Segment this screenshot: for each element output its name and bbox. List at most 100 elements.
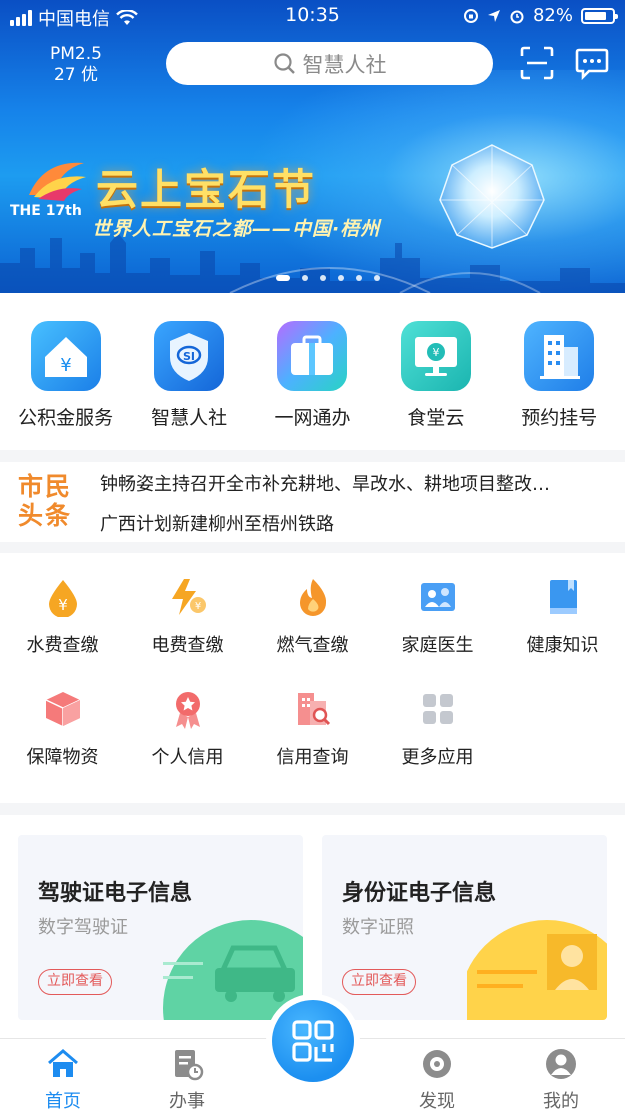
tab-home[interactable]: 首页 [18,1047,108,1112]
service-label: 食堂云 [407,407,465,429]
app-gas-bill[interactable]: 燃气查缴 [250,577,375,657]
banner-subtitle: 世界人工宝石之都——中国·梧州 [92,218,381,240]
family-doctor-icon [420,583,455,611]
supply-box-icon [45,692,80,726]
app-label: 保障物资 [26,747,99,768]
svg-text:¥: ¥ [60,355,71,376]
app-supplies[interactable]: 保障物资 [0,689,125,769]
tab-label: 首页 [45,1091,81,1112]
svg-text:¥: ¥ [58,596,68,614]
pm-value: 27 优 [53,65,98,85]
hero-banner[interactable]: 中国电信 10:35 82% PM2.5 27 优 智慧人社 THE 17th … [0,0,625,293]
flame-icon [299,579,326,616]
location-icon [487,9,500,22]
driver-license-card[interactable]: 驾驶证电子信息 数字驾驶证 立即查看 [18,835,303,1020]
search-placeholder: 智慧人社 [302,52,387,77]
home-icon [48,1049,78,1077]
credit-badge-icon [175,692,200,729]
qr-scan-icon [292,1020,334,1062]
app-label: 健康知识 [526,635,599,656]
hospital-building-icon [524,321,595,391]
search-icon [273,52,295,74]
fund-house-icon: ¥ [30,321,101,391]
service-hr-social[interactable]: SI 智慧人社 [130,321,248,450]
news-headline[interactable]: 广西计划新建柳州至梧州铁路 [100,510,610,536]
car-illustration [163,920,303,1020]
service-one-stop[interactable]: 一网通办 [253,321,371,450]
search-bar[interactable]: 智慧人社 [166,42,493,85]
tab-discover[interactable]: 发现 [392,1047,482,1112]
service-appointment[interactable]: 预约挂号 [500,321,618,450]
service-label: 智慧人社 [151,407,228,429]
app-water-bill[interactable]: ¥ 水费查缴 [0,577,125,657]
svg-text:SI: SI [183,350,195,363]
battery-percent: 82% [532,5,573,26]
tab-profile[interactable]: 我的 [516,1047,606,1112]
banner-title: 云上宝石节 [96,165,317,214]
app-label: 个人信用 [151,747,224,768]
news-brand-logo: 市民 头条 [18,472,78,532]
news-ticker[interactable]: 市民 头条 钟畅姿主持召开全市补充耕地、旱改水、耕地项目整改… 广西计划新建柳州… [0,462,625,542]
service-label: 一网通办 [274,407,351,429]
svg-text:¥: ¥ [194,601,200,612]
credit-search-icon [297,693,330,726]
center-scan-button[interactable] [272,1000,354,1082]
pagination-dot[interactable] [319,275,326,281]
app-health-knowledge[interactable]: 健康知识 [500,577,625,657]
pagination-dot[interactable] [337,275,344,281]
id-card-card[interactable]: 身份证电子信息 数字证照 立即查看 [322,835,607,1020]
app-personal-credit[interactable]: 个人信用 [125,689,250,769]
app-family-doctor[interactable]: 家庭医生 [375,577,500,657]
card-subtitle: 数字驾驶证 [38,917,128,938]
pagination-dot[interactable] [373,275,380,281]
app-more[interactable]: 更多应用 [375,689,500,769]
profile-icon [546,1049,576,1079]
water-drop-icon: ¥ [48,580,77,618]
scan-icon[interactable] [520,46,554,80]
tab-label: 我的 [543,1091,579,1112]
service-label: 公积金服务 [18,407,114,429]
featured-services: ¥ 公积金服务 SI 智慧人社 一网通办 ¥ 食堂云 预约挂号 [0,293,625,450]
news-brand-line: 头条 [18,501,73,530]
diamond-graphic [439,144,545,249]
grid-more-icon [422,694,453,724]
app-credit-query[interactable]: 信用查询 [250,689,375,769]
social-security-shield-icon: SI [154,321,225,391]
app-label: 更多应用 [401,747,474,768]
service-fund[interactable]: ¥ 公积金服务 [7,321,125,450]
tab-services[interactable]: 办事 [142,1047,232,1112]
service-canteen[interactable]: ¥ 食堂云 [377,321,495,450]
rotation-lock-icon [463,8,478,23]
apps-grid: ¥ 水费查缴 ¥ 电费查缴 燃气查缴 家庭医生 健康知识 保障物资 个人信用 信… [0,553,625,803]
tab-label: 办事 [169,1091,205,1112]
card-subtitle: 数字证照 [342,917,414,938]
app-label: 信用查询 [276,747,349,768]
status-bar: 中国电信 10:35 82% [0,0,625,32]
festival-logo-text: THE 17th [10,203,82,219]
battery-icon [581,7,618,24]
svg-text:¥: ¥ [432,346,439,359]
service-label: 预约挂号 [521,407,598,429]
app-label: 电费查缴 [151,635,224,656]
air-quality-widget[interactable]: PM2.5 27 优 [50,44,102,86]
tab-label: 发现 [419,1091,455,1112]
pagination-dot[interactable] [355,275,362,281]
view-now-button[interactable]: 立即查看 [342,969,416,995]
banner-pagination[interactable] [0,275,625,281]
festival-logo [29,162,86,201]
briefcase-icon [277,321,348,391]
app-label: 燃气查缴 [276,635,349,656]
news-headline[interactable]: 钟畅姿主持召开全市补充耕地、旱改水、耕地项目整改… [100,470,610,496]
tasks-icon [175,1050,204,1081]
view-now-button[interactable]: 立即查看 [38,969,112,995]
message-icon[interactable] [575,46,609,80]
app-electric-bill[interactable]: ¥ 电费查缴 [125,577,250,657]
pagination-dot[interactable] [275,275,290,281]
pagination-dot[interactable] [301,275,308,281]
book-icon [549,580,577,614]
discover-icon [423,1050,451,1078]
lightning-icon: ¥ [171,579,206,615]
id-portrait-illustration [467,920,607,1020]
app-label: 家庭医生 [401,635,474,656]
news-brand-line: 市民 [18,472,73,501]
